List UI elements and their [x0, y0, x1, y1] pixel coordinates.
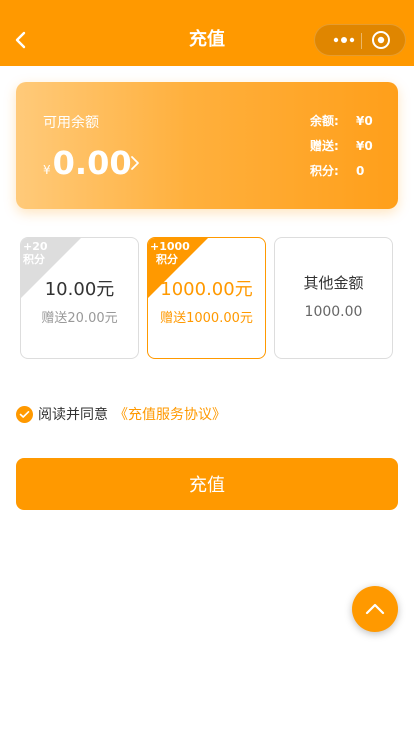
check-icon [19, 410, 30, 418]
more-button[interactable] [327, 25, 361, 55]
stat-row-gift: 赠送: ¥0 [310, 137, 376, 162]
close-button[interactable] [369, 25, 393, 55]
agreement-link[interactable]: 《充值服务协议》 [114, 404, 226, 424]
balance-label: 可用余额 [43, 115, 99, 131]
more-dots-icon [333, 37, 355, 43]
other-amount-value: 1000.00 [304, 304, 363, 320]
other-amount-label: 其他金额 [303, 274, 364, 292]
ribbon-unit: 积分 [156, 253, 178, 266]
ribbon-points: +1000 [150, 240, 190, 253]
chevron-right-icon [131, 156, 139, 170]
option-bonus: 赠送1000.00元 [160, 311, 253, 326]
balance-amount: ¥ 0.00 [43, 144, 132, 182]
stat-row-points: 积分: 0 [310, 162, 376, 187]
agreement-row: 阅读并同意 《充值服务协议》 [16, 405, 226, 423]
stat-value: ¥0 [356, 139, 373, 153]
option-amount: 10.00元 [44, 279, 115, 300]
ribbon-text: +1000 积分 [150, 240, 190, 266]
ribbon-text: +20 积分 [23, 240, 48, 266]
chevron-up-icon [365, 603, 385, 615]
stat-key: 积分: [310, 164, 339, 178]
currency-symbol: ¥ [43, 163, 51, 177]
mini-program-capsule [314, 24, 406, 56]
ribbon-unit: 积分 [23, 253, 45, 266]
back-to-top-button[interactable] [352, 586, 398, 632]
recharge-option-10[interactable]: +20 积分 10.00元 赠送20.00元 [20, 237, 139, 359]
stat-key: 赠送: [310, 139, 339, 153]
ribbon-points: +20 [23, 240, 48, 253]
agreement-text: 阅读并同意 [38, 407, 108, 423]
balance-value: 0.00 [52, 144, 132, 182]
stat-key: 余额: [310, 114, 339, 128]
stat-value: 0 [356, 164, 365, 178]
balance-stats: 余额: ¥0 赠送: ¥0 积分: 0 [310, 112, 376, 187]
recharge-option-1000[interactable]: +1000 积分 1000.00元 赠送1000.00元 [147, 237, 266, 359]
stat-value: ¥0 [356, 114, 373, 128]
balance-card[interactable]: 可用余额 ¥ 0.00 余额: ¥0 赠送: ¥0 积分: 0 [16, 82, 398, 209]
recharge-button[interactable]: 充值 [16, 458, 398, 510]
stat-row-balance: 余额: ¥0 [310, 112, 376, 137]
target-icon [372, 31, 390, 49]
option-amount: 1000.00元 [160, 279, 253, 300]
agreement-checkbox[interactable] [16, 405, 33, 423]
nav-bar: 充值 [0, 0, 414, 66]
recharge-option-other[interactable]: 其他金额 1000.00 [274, 237, 393, 359]
option-bonus: 赠送20.00元 [41, 311, 118, 326]
capsule-divider [361, 33, 362, 49]
